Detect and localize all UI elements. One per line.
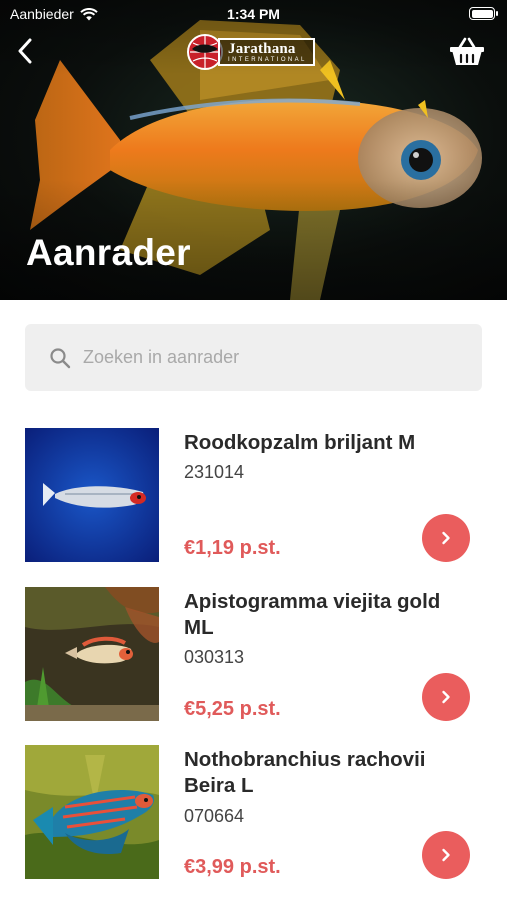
product-price: €1,19 p.st. [184,537,281,559]
product-name: Nothobranchius rachovii Beira L [184,748,426,797]
product-list-item[interactable]: Nothobranchius rachovii Beira L 070664 €… [25,745,482,879]
search-icon [50,347,71,368]
status-time: 1:34 PM [227,6,280,22]
product-name: Apistogramma viejita gold ML [184,590,441,639]
chevron-right-icon [442,690,450,704]
brand-logo: Jarathana INTERNATIONAL [186,33,322,71]
fish-thumbnail-image [25,745,159,879]
product-code: 231014 [184,462,245,482]
product-detail-button[interactable] [422,514,470,562]
back-button[interactable] [10,34,40,68]
product-detail-button[interactable] [422,831,470,879]
product-code: 070664 [184,806,245,826]
logo-name: Jarathana [228,41,296,57]
product-detail-button[interactable] [422,673,470,721]
product-price: €5,25 p.st. [184,698,281,720]
product-image[interactable] [25,428,159,562]
battery-icon [469,7,498,20]
product-code: 030313 [184,647,245,667]
product-image[interactable] [25,587,159,721]
fish-thumbnail-image [25,587,159,721]
product-name: Roodkopzalm briljant M [184,431,416,454]
chevron-right-icon [442,531,450,545]
product-image[interactable] [25,745,159,879]
header-hero: Aanbieder 1:34 PM Jarathana INTERNATIONA… [0,0,507,300]
basket-icon [450,37,484,65]
page-title: Aanrader [26,232,191,273]
chevron-left-icon [18,38,32,64]
status-bar: Aanbieder 1:34 PM [0,0,507,28]
product-list-item[interactable]: Apistogramma viejita gold ML 030313 €5,2… [25,587,482,721]
chevron-right-icon [442,848,450,862]
logo-wordmark: Jarathana INTERNATIONAL [218,38,315,66]
product-price: €3,99 p.st. [184,856,281,878]
logo-subtitle: INTERNATIONAL [228,57,307,63]
search-input[interactable] [83,347,443,368]
product-list-item[interactable]: Roodkopzalm briljant M 231014 €1,19 p.st… [25,428,482,562]
cart-button[interactable] [447,34,487,70]
search-bar[interactable] [25,324,482,391]
fish-thumbnail-image [25,428,159,562]
